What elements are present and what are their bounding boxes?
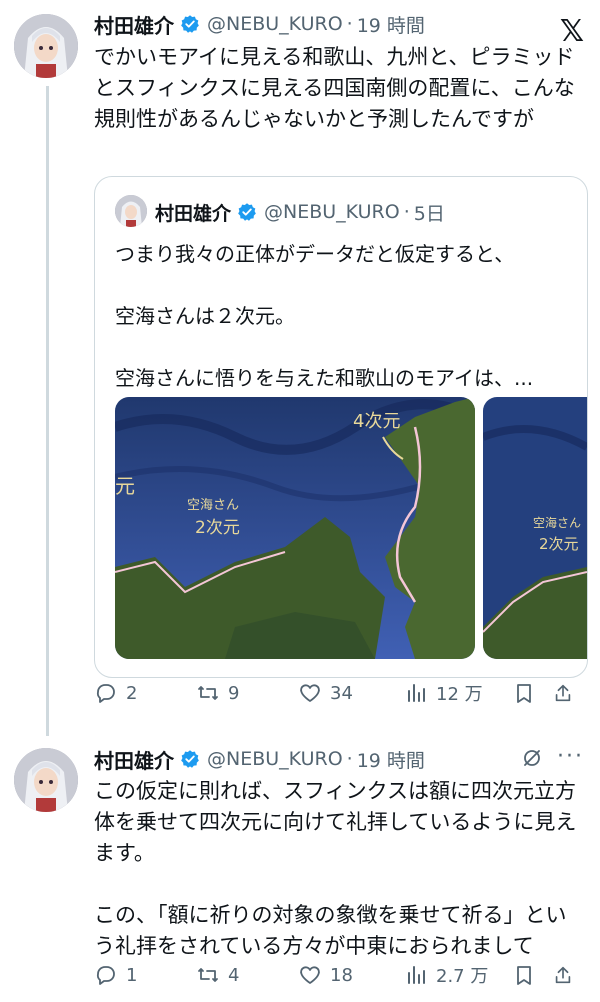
reply-count: 2 (126, 682, 138, 704)
like-count: 18 (330, 964, 353, 986)
retweet-icon (198, 968, 218, 982)
view-count: 2.7 万 (436, 966, 489, 987)
tweet-text: この仮定に則れば、スフィンクスは額に四次元立方体を乗せて四次元に向けて礼拝してい… (94, 779, 577, 958)
quoted-author-name[interactable]: 村田雄介 (155, 199, 231, 226)
verified-badge-icon (181, 15, 199, 33)
reply-icon (96, 684, 115, 703)
map-image-1[interactable]: 4次元 空海さん 2次元 元 (115, 397, 475, 659)
verified-badge-icon (238, 203, 256, 221)
tweet-timestamp[interactable]: 19 時間 (357, 11, 425, 38)
tweet-header: 村田雄介 @NEBU_KURO · 19 時間 (94, 742, 425, 776)
reply-icon (96, 966, 115, 985)
quoted-text: つまり我々の正体がデータだと仮定すると、 空海さんは２次元。 空海さんに悟りを与… (115, 242, 534, 390)
quoted-tweet[interactable]: 村田雄介 @NEBU_KURO · 5日 つまり我々の正体がデータだと仮定すると… (94, 176, 588, 678)
bookmark-icon (517, 966, 531, 985)
map-label-2d: 2次元 (195, 518, 240, 538)
map2-label-2d: 2次元 (539, 535, 579, 553)
share-button[interactable] (552, 963, 582, 987)
separator-dot: · (403, 201, 410, 223)
reply-button[interactable]: 1 (94, 963, 196, 987)
avatar[interactable] (14, 748, 78, 812)
quoted-header: 村田雄介 @NEBU_KURO · 5日 (155, 195, 445, 229)
like-button[interactable]: 18 (298, 963, 404, 987)
map-label-left: 元 (115, 474, 135, 498)
tweet-1[interactable]: 村田雄介 @NEBU_KURO · 19 時間 𝕏 でかいモアイに見える和歌山、… (0, 8, 600, 728)
heart-icon (300, 966, 320, 984)
author-handle[interactable]: @NEBU_KURO (207, 13, 343, 35)
views-icon (408, 966, 425, 984)
share-icon (555, 966, 571, 984)
tweet-actions: 2 9 34 12 万 (94, 676, 584, 710)
views-button[interactable]: 12 万 (404, 680, 512, 706)
map-label-4d: 4次元 (353, 411, 400, 432)
view-count: 12 万 (436, 684, 483, 705)
heart-icon (300, 684, 320, 702)
like-count: 34 (330, 682, 353, 704)
retweet-count: 9 (228, 682, 240, 704)
quoted-author-handle[interactable]: @NEBU_KURO (264, 201, 400, 223)
verified-badge-icon (181, 750, 199, 768)
separator-dot: · (346, 748, 353, 770)
share-icon (555, 684, 571, 702)
bookmark-button[interactable] (512, 681, 552, 705)
map2-label-kukai: 空海さん (533, 515, 581, 530)
reply-button[interactable]: 2 (94, 681, 196, 705)
tweet-actions: 1 4 18 2.7 万 (94, 958, 584, 992)
map-label-kukai: 空海さん (187, 498, 239, 513)
quoted-timestamp[interactable]: 5日 (414, 199, 445, 226)
tweet-timestamp[interactable]: 19 時間 (357, 746, 425, 773)
grok-icon[interactable] (520, 746, 544, 770)
bookmark-icon (517, 684, 531, 703)
bookmark-button[interactable] (512, 963, 552, 987)
quoted-avatar[interactable] (115, 195, 147, 227)
avatar[interactable] (14, 14, 78, 78)
separator-dot: · (346, 13, 353, 35)
views-button[interactable]: 2.7 万 (404, 962, 512, 988)
tweet-header: 村田雄介 @NEBU_KURO · 19 時間 (94, 7, 425, 41)
like-button[interactable]: 34 (298, 681, 404, 705)
reply-count: 1 (126, 964, 138, 986)
share-button[interactable] (552, 681, 582, 705)
map-image-2[interactable]: 空海さん 2次元 (483, 397, 587, 659)
tweet-text: でかいモアイに見える和歌山、九州と、ピラミッドとスフィンクスに見える四国南側の配… (94, 45, 575, 131)
tweet-2[interactable]: 村田雄介 @NEBU_KURO · 19 時間 ··· この仮定に則れば、スフィ… (0, 744, 600, 1002)
retweet-icon (198, 686, 218, 700)
more-options-icon[interactable]: ··· (557, 744, 584, 769)
views-icon (408, 684, 425, 702)
author-name[interactable]: 村田雄介 (94, 745, 174, 774)
retweet-button[interactable]: 9 (196, 681, 298, 705)
retweet-button[interactable]: 4 (196, 963, 298, 987)
author-name[interactable]: 村田雄介 (94, 10, 174, 39)
author-handle[interactable]: @NEBU_KURO (207, 748, 343, 770)
retweet-count: 4 (228, 964, 240, 986)
